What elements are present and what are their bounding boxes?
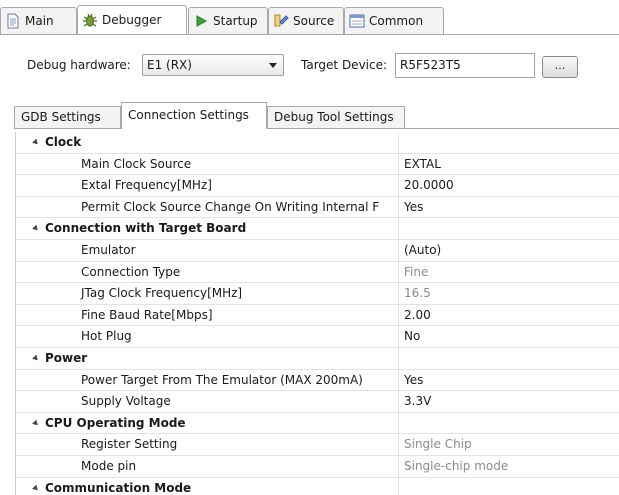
category-label: Clock — [45, 135, 82, 149]
property-name: JTag Clock Frequency[MHz] — [81, 286, 243, 301]
property-row[interactable]: Power Target From The Emulator (MAX 200m… — [16, 369, 619, 392]
category-row[interactable]: Connection with Target Board — [16, 218, 619, 240]
collapse-triangle-icon[interactable] — [32, 354, 40, 363]
property-name: Main Clock Source — [81, 156, 192, 171]
property-name: Permit Clock Source Change On Writing In… — [81, 199, 380, 214]
property-name: Fine Baud Rate[Mbps] — [81, 307, 213, 322]
collapse-triangle-icon[interactable] — [32, 419, 40, 428]
property-row[interactable]: Fine Baud Rate[Mbps] 2.00 — [16, 304, 619, 327]
document-icon — [5, 13, 21, 29]
property-name: Emulator — [81, 242, 136, 257]
category-label: CPU Operating Mode — [45, 415, 186, 430]
tab-debugger[interactable]: Debugger — [77, 5, 187, 34]
target-device-field[interactable]: R5F523T5 — [395, 53, 535, 78]
category-label: Connection with Target Board — [45, 221, 247, 236]
property-value[interactable]: 2.00 — [404, 308, 431, 322]
collapse-triangle-icon[interactable] — [32, 224, 40, 233]
target-device-value: R5F523T5 — [400, 58, 461, 72]
inner-tab-baseline — [14, 128, 619, 129]
property-name: Supply Voltage — [81, 394, 171, 409]
chevron-down-icon — [269, 63, 277, 68]
property-name: Register Setting — [81, 437, 178, 452]
property-value[interactable]: Fine — [404, 265, 428, 279]
property-row[interactable]: JTag Clock Frequency[MHz] 16.5 — [16, 283, 619, 305]
tab-source-label: Source — [293, 14, 335, 28]
property-value[interactable]: Yes — [404, 373, 423, 387]
tab-startup-label: Startup — [213, 14, 258, 28]
debug-hardware-select[interactable]: E1 (RX) — [142, 54, 284, 76]
category-label: Communication Mode — [45, 480, 192, 495]
category-label: Power — [45, 350, 88, 365]
property-row[interactable]: Register Setting Single Chip — [16, 434, 619, 456]
property-name: Mode pin — [81, 458, 137, 473]
tab-main[interactable]: Main — [0, 7, 77, 34]
tab-main-label: Main — [25, 14, 54, 28]
property-row[interactable]: Permit Clock Source Change On Writing In… — [16, 196, 619, 219]
tab-debug-tool-settings[interactable]: Debug Tool Settings — [267, 106, 405, 128]
debug-hardware-value: E1 (RX) — [147, 58, 192, 72]
tab-startup[interactable]: Startup — [188, 7, 268, 34]
tab-baseline — [0, 34, 619, 35]
property-value[interactable]: (Auto) — [404, 243, 441, 257]
property-value[interactable]: 16.5 — [404, 286, 431, 300]
target-device-label: Target Device: — [301, 58, 388, 72]
launch-config-tabs: Main Debugger Startup Source Common — [0, 0, 619, 36]
property-row[interactable]: Connection Type Fine — [16, 261, 619, 284]
tab-debugger-label: Debugger — [102, 13, 162, 27]
property-value[interactable]: Single-chip mode — [404, 459, 508, 473]
property-row[interactable]: Mode pin Single-chip mode — [16, 455, 619, 478]
property-table: Clock Main Clock Source EXTAL Extal Freq… — [15, 132, 619, 495]
category-row[interactable]: Clock — [16, 132, 619, 154]
property-row[interactable]: Hot Plug No — [16, 326, 619, 348]
tab-source[interactable]: Source — [268, 7, 344, 34]
source-icon — [273, 13, 289, 29]
category-row[interactable]: Power — [16, 347, 619, 370]
debug-hardware-label: Debug hardware: — [27, 58, 131, 72]
tab-common[interactable]: Common — [344, 7, 444, 34]
property-row[interactable]: Extal Frequency[MHz] 20.0000 — [16, 175, 619, 197]
property-value[interactable]: Single Chip — [404, 437, 472, 451]
tab-common-label: Common — [369, 14, 424, 28]
property-value[interactable]: No — [404, 329, 420, 343]
property-name: Power Target From The Emulator (MAX 200m… — [81, 372, 363, 387]
browse-button[interactable]: ... — [542, 56, 578, 78]
category-row[interactable]: Communication Mode — [16, 477, 619, 495]
property-value[interactable]: 3.3V — [404, 394, 431, 408]
property-row[interactable]: Main Clock Source EXTAL — [16, 153, 619, 176]
property-row[interactable]: Emulator (Auto) — [16, 239, 619, 262]
category-row[interactable]: CPU Operating Mode — [16, 412, 619, 435]
property-name: Extal Frequency[MHz] — [81, 178, 212, 193]
play-icon — [193, 13, 209, 29]
collapse-triangle-icon[interactable] — [32, 484, 40, 492]
property-value[interactable]: Yes — [404, 200, 423, 214]
property-name: Connection Type — [81, 264, 181, 279]
debugger-icon — [82, 12, 98, 28]
property-row[interactable]: Supply Voltage 3.3V — [16, 391, 619, 413]
property-name: Hot Plug — [81, 329, 132, 344]
collapse-triangle-icon[interactable] — [32, 138, 40, 147]
tab-gdb-settings[interactable]: GDB Settings — [14, 106, 121, 128]
property-value[interactable]: EXTAL — [404, 157, 441, 171]
common-icon — [349, 13, 365, 29]
property-value[interactable]: 20.0000 — [404, 178, 454, 192]
tab-connection-settings[interactable]: Connection Settings — [121, 102, 267, 129]
